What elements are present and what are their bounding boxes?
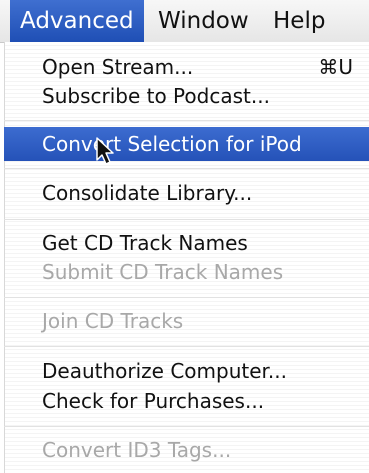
- menu-item-label: Convert Selection for iPod: [42, 132, 302, 156]
- menu-help[interactable]: Help: [273, 0, 325, 42]
- menu-item-check-for-purchases[interactable]: Check for Purchases...: [4, 384, 369, 418]
- menu-item-label: Subscribe to Podcast...: [42, 84, 270, 108]
- menu-advanced[interactable]: Advanced: [10, 0, 144, 42]
- menu-bar: Advanced Window Help: [0, 0, 369, 43]
- menu-item-label: Deauthorize Computer...: [42, 359, 287, 383]
- menu-item-label: Convert ID3 Tags...: [42, 438, 232, 462]
- menu-item-join-cd-tracks: Join CD Tracks: [4, 304, 369, 338]
- menu-separator: [4, 346, 369, 347]
- menu-item-deauthorize-computer[interactable]: Deauthorize Computer...: [4, 354, 369, 388]
- menu-window[interactable]: Window: [158, 0, 249, 42]
- menu-item-label: Check for Purchases...: [42, 389, 265, 413]
- menu-item-convert-id3-tags: Convert ID3 Tags...: [4, 433, 369, 467]
- menu-item-label: Submit CD Track Names: [42, 260, 284, 284]
- menu-item-consolidate-library[interactable]: Consolidate Library...: [4, 176, 369, 210]
- menu-item-label: Consolidate Library...: [42, 181, 253, 205]
- menu-item-convert-selection-ipod[interactable]: Convert Selection for iPod: [4, 127, 369, 161]
- menu-separator: [4, 120, 369, 121]
- mouse-pointer-icon: [96, 137, 114, 165]
- menu-item-submit-cd-track-names: Submit CD Track Names: [4, 255, 369, 289]
- menu-separator: [4, 426, 369, 427]
- menu-separator: [4, 297, 369, 298]
- menu-separator: [4, 219, 369, 220]
- menu-separator: [4, 168, 369, 169]
- menu-item-subscribe-podcast[interactable]: Subscribe to Podcast...: [4, 79, 369, 113]
- advanced-menu-dropdown: Open Stream... ⌘U Subscribe to Podcast..…: [4, 42, 369, 473]
- menu-item-label: Join CD Tracks: [42, 309, 184, 333]
